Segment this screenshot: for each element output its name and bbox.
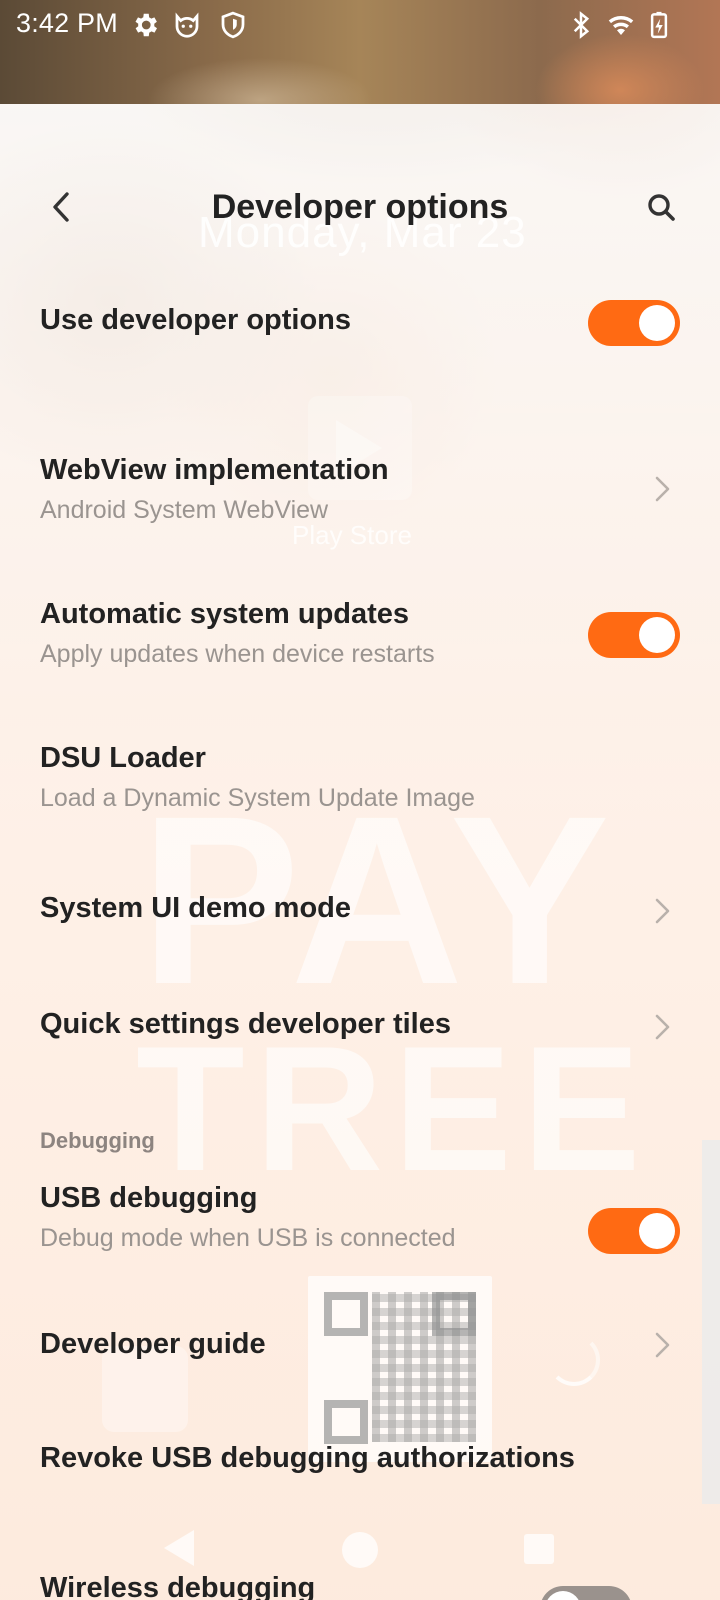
row-title: Use developer options (40, 304, 352, 336)
bluetooth-icon (573, 11, 590, 39)
page-title: Developer options (211, 188, 509, 226)
row-title: Revoke USB debugging authorizations (40, 1442, 575, 1474)
usb-debugging-row[interactable]: USB debugging Debug mode when USB is con… (0, 1170, 720, 1270)
row-title: System UI demo mode (40, 892, 352, 924)
developer-guide-row[interactable]: Developer guide (0, 1318, 720, 1406)
toggle-knob (545, 1591, 581, 1600)
row-title: Quick settings developer tiles (40, 1008, 451, 1040)
chevron-right-icon (655, 1014, 670, 1040)
nav-recents-icon[interactable] (524, 1534, 554, 1564)
row-title: WebView implementation (40, 454, 389, 486)
row-title: USB debugging (40, 1182, 258, 1214)
quick-settings-developer-tiles-row[interactable]: Quick settings developer tiles (0, 984, 720, 1072)
chevron-right-icon (655, 476, 670, 502)
row-title: Wireless debugging (40, 1572, 316, 1600)
cat-face-icon (175, 12, 199, 38)
row-subtitle: Apply updates when device restarts (40, 640, 435, 668)
system-ui-demo-mode-row[interactable]: System UI demo mode (0, 868, 720, 956)
row-title: Developer guide (40, 1328, 266, 1360)
chevron-right-icon (655, 1332, 670, 1358)
webview-implementation-row[interactable]: WebView implementation Android System We… (0, 440, 720, 540)
use-developer-options-row[interactable]: Use developer options (0, 280, 720, 368)
status-bar: 3:42 PM (0, 0, 720, 50)
toggle-knob (639, 305, 675, 341)
wifi-icon (608, 15, 634, 35)
revoke-usb-debugging-row[interactable]: Revoke USB debugging authorizations (0, 1432, 720, 1520)
nav-back-icon[interactable] (164, 1530, 194, 1566)
wireless-debugging-row[interactable]: Wireless debugging (0, 1562, 720, 1600)
automatic-system-updates-toggle[interactable] (588, 612, 680, 658)
row-subtitle: Load a Dynamic System Update Image (40, 784, 475, 812)
section-header-debugging: Debugging (40, 1128, 155, 1153)
dsu-loader-row[interactable]: DSU Loader Load a Dynamic System Update … (0, 730, 720, 830)
row-title: DSU Loader (40, 742, 206, 774)
row-subtitle: Android System WebView (40, 496, 329, 524)
search-button[interactable] (640, 186, 684, 230)
search-icon (648, 194, 675, 221)
use-developer-options-toggle[interactable] (588, 300, 680, 346)
toggle-knob (639, 617, 675, 653)
status-time: 3:42 PM (16, 8, 118, 38)
automatic-system-updates-row[interactable]: Automatic system updates Apply updates w… (0, 586, 720, 686)
chevron-right-icon (655, 898, 670, 924)
toggle-knob (639, 1213, 675, 1249)
gear-icon (135, 13, 157, 37)
wireless-debugging-toggle[interactable] (540, 1586, 632, 1600)
row-subtitle: Debug mode when USB is connected (40, 1224, 456, 1252)
shield-icon (221, 11, 245, 39)
row-title: Automatic system updates (40, 598, 410, 630)
battery-charging-icon (650, 11, 668, 39)
usb-debugging-toggle[interactable] (588, 1208, 680, 1254)
